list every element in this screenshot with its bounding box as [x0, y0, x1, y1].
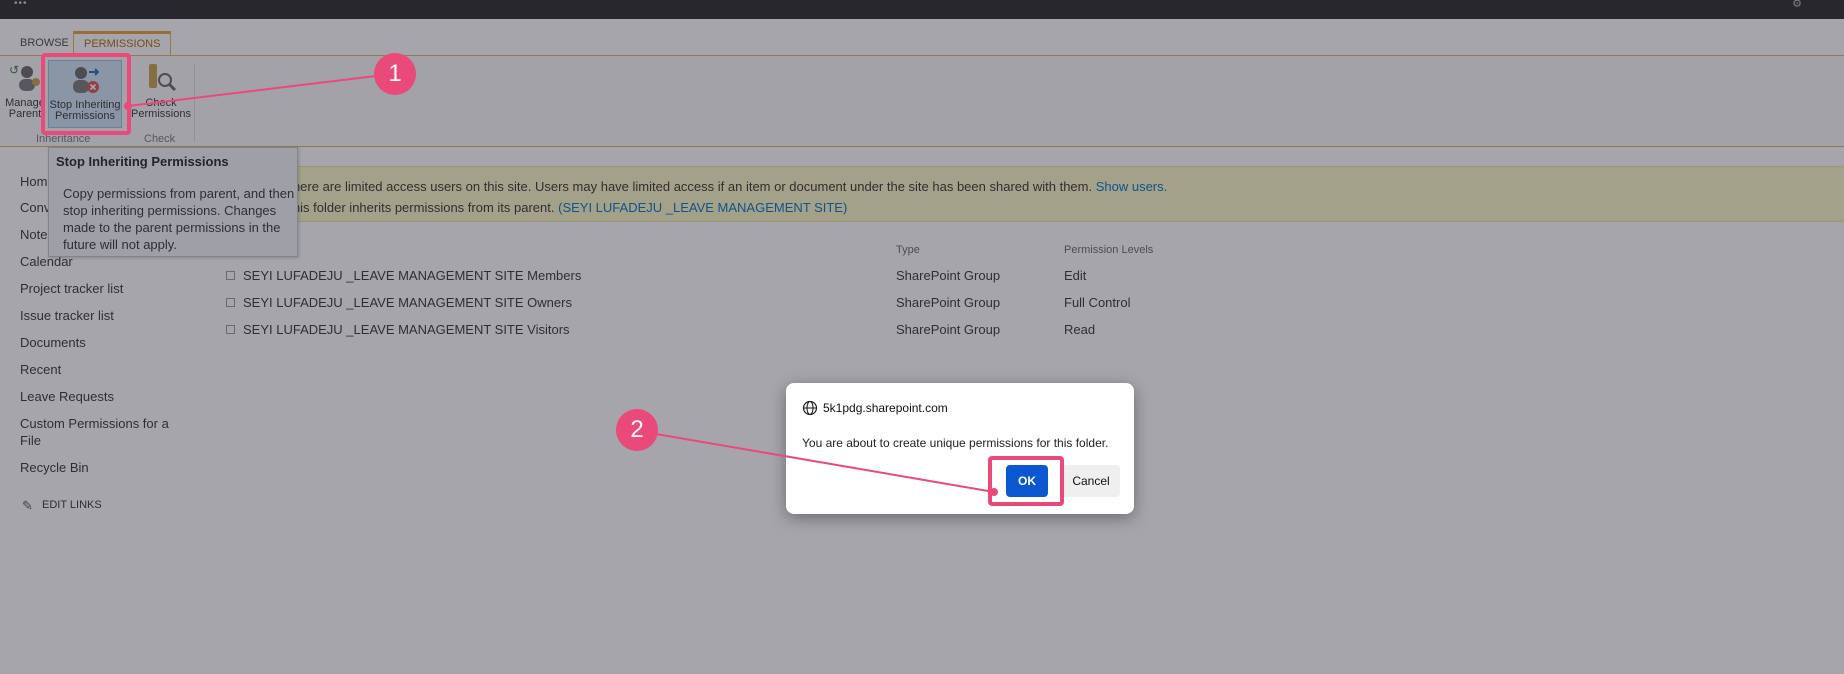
arrow-tip-2: [990, 488, 998, 496]
arrow-step-2: [655, 433, 995, 493]
arrow-step-1: [127, 75, 377, 107]
step-2-badge: 2: [616, 409, 658, 451]
arrow-tip-1: [124, 102, 132, 110]
step-1-badge: 1: [374, 53, 416, 95]
annotation-arrows: [124, 75, 998, 496]
